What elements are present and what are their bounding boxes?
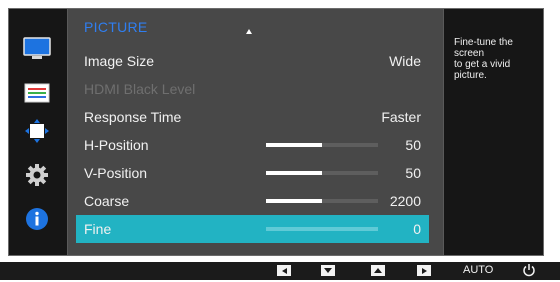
help-line: picture.	[454, 70, 487, 81]
menu-item-hdmi-black-level: HDMI Black Level	[76, 75, 429, 103]
info-icon[interactable]	[23, 205, 51, 233]
menu-item-value: 0	[413, 221, 421, 237]
help-line: screen	[454, 48, 485, 59]
settings-gear-icon[interactable]	[23, 161, 51, 189]
menu-item-h-position[interactable]: H-Position 50	[76, 131, 429, 159]
menu-item-label: Response Time	[84, 109, 182, 125]
bottom-key-guide: AUTO	[0, 262, 560, 280]
menu-item-value: 2200	[389, 193, 421, 209]
menu-sidebar	[9, 9, 66, 255]
help-text: Fine-tune the screen to get a vivid pict…	[454, 37, 536, 81]
size-position-icon[interactable]	[23, 117, 51, 145]
down-arrow-key-icon[interactable]	[321, 265, 335, 276]
menu-item-v-position[interactable]: V-Position 50	[76, 159, 429, 187]
osd-menu: PICTURE Image Size Wide HDMI Black Level…	[8, 8, 544, 256]
monitor-icon[interactable]	[23, 35, 51, 63]
menu-item-value: 50	[405, 165, 421, 181]
menu-title: PICTURE	[84, 19, 148, 35]
menu-item-label: Coarse	[84, 193, 130, 209]
slider-fill	[266, 171, 322, 175]
picture-menu-panel: PICTURE Image Size Wide HDMI Black Level…	[67, 9, 444, 255]
up-arrow-key-icon[interactable]	[371, 265, 385, 276]
slider-fill	[266, 199, 322, 203]
menu-item-image-size[interactable]: Image Size Wide	[76, 47, 429, 75]
right-arrow-key-icon[interactable]	[417, 265, 431, 276]
menu-item-value: Wide	[389, 53, 421, 69]
menu-item-value: 50	[405, 137, 421, 153]
menu-item-label: V-Position	[84, 165, 148, 181]
coarse-slider[interactable]	[266, 199, 378, 203]
help-line: Fine-tune the	[454, 37, 513, 48]
h-position-slider[interactable]	[266, 143, 378, 147]
menu-item-value: Faster	[381, 109, 421, 125]
slider-fill	[266, 143, 322, 147]
left-arrow-key-icon[interactable]	[277, 265, 291, 276]
menu-item-coarse[interactable]: Coarse 2200	[76, 187, 429, 215]
scroll-up-icon	[246, 29, 252, 34]
v-position-slider[interactable]	[266, 171, 378, 175]
help-line: to get a vivid	[454, 59, 511, 70]
menu-item-label: H-Position	[84, 137, 149, 153]
menu-item-fine[interactable]: Fine 0	[76, 215, 429, 243]
fine-slider[interactable]	[266, 227, 378, 231]
color-adjust-icon[interactable]	[23, 79, 51, 107]
menu-item-label: Image Size	[84, 53, 155, 69]
power-icon[interactable]	[522, 263, 536, 282]
menu-item-label: Fine	[84, 221, 112, 237]
menu-item-label: HDMI Black Level	[84, 81, 196, 97]
menu-item-response-time[interactable]: Response Time Faster	[76, 103, 429, 131]
auto-key-label[interactable]: AUTO	[463, 264, 493, 276]
